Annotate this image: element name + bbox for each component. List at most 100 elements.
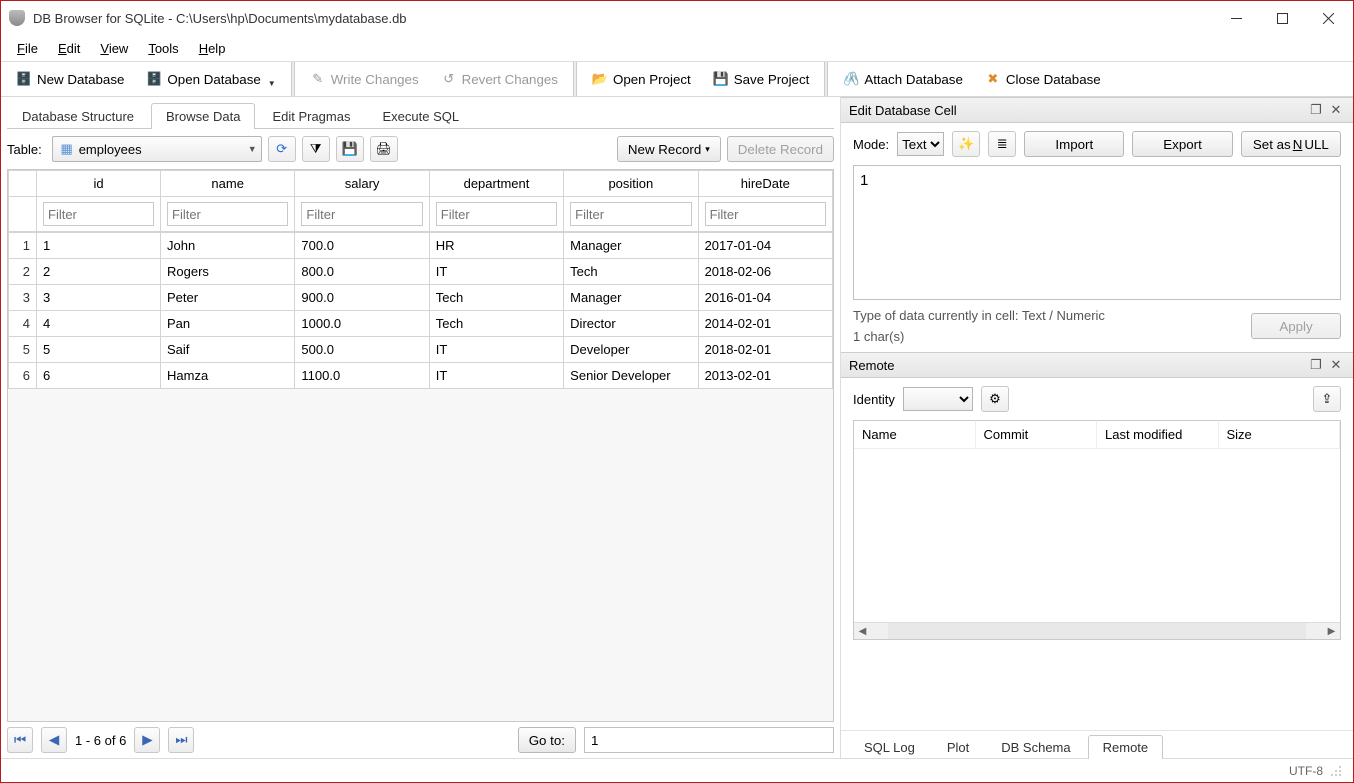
col-hiredate[interactable]: hireDate — [698, 171, 832, 197]
format-button[interactable]: ✨ — [952, 131, 980, 157]
filter-department[interactable] — [436, 202, 557, 226]
export-button[interactable]: Export — [1132, 131, 1232, 157]
cell-department[interactable]: Tech — [429, 311, 563, 337]
col-position[interactable]: position — [564, 171, 698, 197]
filter-hiredate[interactable] — [705, 202, 826, 226]
cell-salary[interactable]: 900.0 — [295, 285, 429, 311]
chevron-right-icon[interactable]: ▶ — [1323, 623, 1340, 640]
last-page-button[interactable]: ⏭ — [168, 727, 194, 753]
save-project-button[interactable]: 💾Save Project — [704, 65, 819, 93]
mode-select[interactable]: Text — [897, 132, 944, 156]
col-id[interactable]: id — [37, 171, 161, 197]
filter-id[interactable] — [43, 202, 154, 226]
prev-page-button[interactable]: ◀ — [41, 727, 67, 753]
close-button[interactable] — [1305, 3, 1351, 33]
cell-hiredate[interactable]: 2016-01-04 — [698, 285, 832, 311]
remote-col-commit[interactable]: Commit — [976, 420, 1098, 448]
tab-plot[interactable]: Plot — [932, 735, 984, 759]
cell-name[interactable]: Peter — [161, 285, 295, 311]
cell-position[interactable]: Tech — [564, 259, 698, 285]
close-panel-icon[interactable]: ✕ — [1327, 356, 1345, 374]
goto-input[interactable] — [584, 727, 834, 753]
cell-position[interactable]: Manager — [564, 233, 698, 259]
cell-salary[interactable]: 1000.0 — [295, 311, 429, 337]
col-salary[interactable]: salary — [295, 171, 429, 197]
cell-name[interactable]: John — [161, 233, 295, 259]
goto-button[interactable]: Go to: — [518, 727, 576, 753]
cell-salary[interactable]: 1100.0 — [295, 363, 429, 389]
table-row[interactable]: 44Pan1000.0TechDirector2014-02-01 — [9, 311, 833, 337]
cell-id[interactable]: 4 — [37, 311, 161, 337]
remote-col-name[interactable]: Name — [854, 420, 976, 448]
cell-id[interactable]: 6 — [37, 363, 161, 389]
filter-salary[interactable] — [301, 202, 422, 226]
cell-department[interactable]: HR — [429, 233, 563, 259]
close-database-button[interactable]: ✖Close Database — [976, 65, 1110, 93]
undock-icon[interactable]: ❐ — [1307, 356, 1325, 374]
table-row[interactable]: 66Hamza1100.0ITSenior Developer2013-02-0… — [9, 363, 833, 389]
clear-filters-button[interactable]: ⧩ — [302, 136, 330, 162]
tab-execute-sql[interactable]: Execute SQL — [367, 103, 474, 129]
undock-icon[interactable]: ❐ — [1307, 101, 1325, 119]
cell-id[interactable]: 3 — [37, 285, 161, 311]
resize-grip-icon[interactable] — [1329, 764, 1343, 778]
menu-help[interactable]: Help — [189, 38, 236, 59]
cell-id[interactable]: 1 — [37, 233, 161, 259]
write-changes-button[interactable]: ✎Write Changes — [301, 65, 428, 93]
apply-button[interactable]: Apply — [1251, 313, 1341, 339]
open-project-button[interactable]: 📂Open Project — [583, 65, 700, 93]
cell-department[interactable]: IT — [429, 337, 563, 363]
cell-hiredate[interactable]: 2017-01-04 — [698, 233, 832, 259]
cell-hiredate[interactable]: 2018-02-01 — [698, 337, 832, 363]
table-row[interactable]: 33Peter900.0TechManager2016-01-04 — [9, 285, 833, 311]
cell-department[interactable]: Tech — [429, 285, 563, 311]
print-button[interactable]: 🖨 — [370, 136, 398, 162]
cell-hiredate[interactable]: 2013-02-01 — [698, 363, 832, 389]
cell-salary[interactable]: 500.0 — [295, 337, 429, 363]
identity-settings-button[interactable]: ⚙ — [981, 386, 1009, 412]
save-table-button[interactable]: 💾 — [336, 136, 364, 162]
table-row[interactable]: 11John700.0HRManager2017-01-04 — [9, 233, 833, 259]
first-page-button[interactable]: ⏮ — [7, 727, 33, 753]
cell-hiredate[interactable]: 2014-02-01 — [698, 311, 832, 337]
next-page-button[interactable]: ▶ — [134, 727, 160, 753]
menu-view[interactable]: View — [90, 38, 138, 59]
cell-position[interactable]: Developer — [564, 337, 698, 363]
attach-database-button[interactable]: 🖇️Attach Database — [834, 65, 972, 93]
cell-name[interactable]: Pan — [161, 311, 295, 337]
remote-col-last-modified[interactable]: Last modified — [1097, 420, 1219, 448]
chevron-left-icon[interactable]: ◀ — [854, 623, 871, 640]
import-button[interactable]: Import — [1024, 131, 1124, 157]
refresh-button[interactable]: ⟳ — [268, 136, 296, 162]
cell-hiredate[interactable]: 2018-02-06 — [698, 259, 832, 285]
horizontal-scrollbar[interactable]: ◀ ▶ — [854, 622, 1340, 639]
remote-col-size[interactable]: Size — [1219, 420, 1341, 448]
maximize-button[interactable] — [1259, 3, 1305, 33]
set-null-button[interactable]: Set as NULL — [1241, 131, 1341, 157]
indent-button[interactable]: ≣ — [988, 131, 1016, 157]
menu-tools[interactable]: Tools — [138, 38, 188, 59]
cell-position[interactable]: Manager — [564, 285, 698, 311]
table-select[interactable]: ▦ employees ▼ — [52, 136, 262, 162]
tab-edit-pragmas[interactable]: Edit Pragmas — [257, 103, 365, 129]
revert-changes-button[interactable]: ↺Revert Changes — [432, 65, 567, 93]
minimize-button[interactable] — [1213, 3, 1259, 33]
cell-department[interactable]: IT — [429, 259, 563, 285]
cell-department[interactable]: IT — [429, 363, 563, 389]
identity-select[interactable] — [903, 387, 973, 411]
close-panel-icon[interactable]: ✕ — [1327, 101, 1345, 119]
tab-remote[interactable]: Remote — [1088, 735, 1164, 759]
col-department[interactable]: department — [429, 171, 563, 197]
cell-salary[interactable]: 800.0 — [295, 259, 429, 285]
tab-db-schema[interactable]: DB Schema — [986, 735, 1085, 759]
cell-name[interactable]: Rogers — [161, 259, 295, 285]
cell-name[interactable]: Saif — [161, 337, 295, 363]
tab-database-structure[interactable]: Database Structure — [7, 103, 149, 129]
delete-record-button[interactable]: Delete Record — [727, 136, 834, 162]
cell-id[interactable]: 5 — [37, 337, 161, 363]
filter-position[interactable] — [570, 202, 691, 226]
new-record-button[interactable]: New Record▾ — [617, 136, 721, 162]
table-row[interactable]: 22Rogers800.0ITTech2018-02-06 — [9, 259, 833, 285]
menu-file[interactable]: File — [7, 38, 48, 59]
cell-salary[interactable]: 700.0 — [295, 233, 429, 259]
